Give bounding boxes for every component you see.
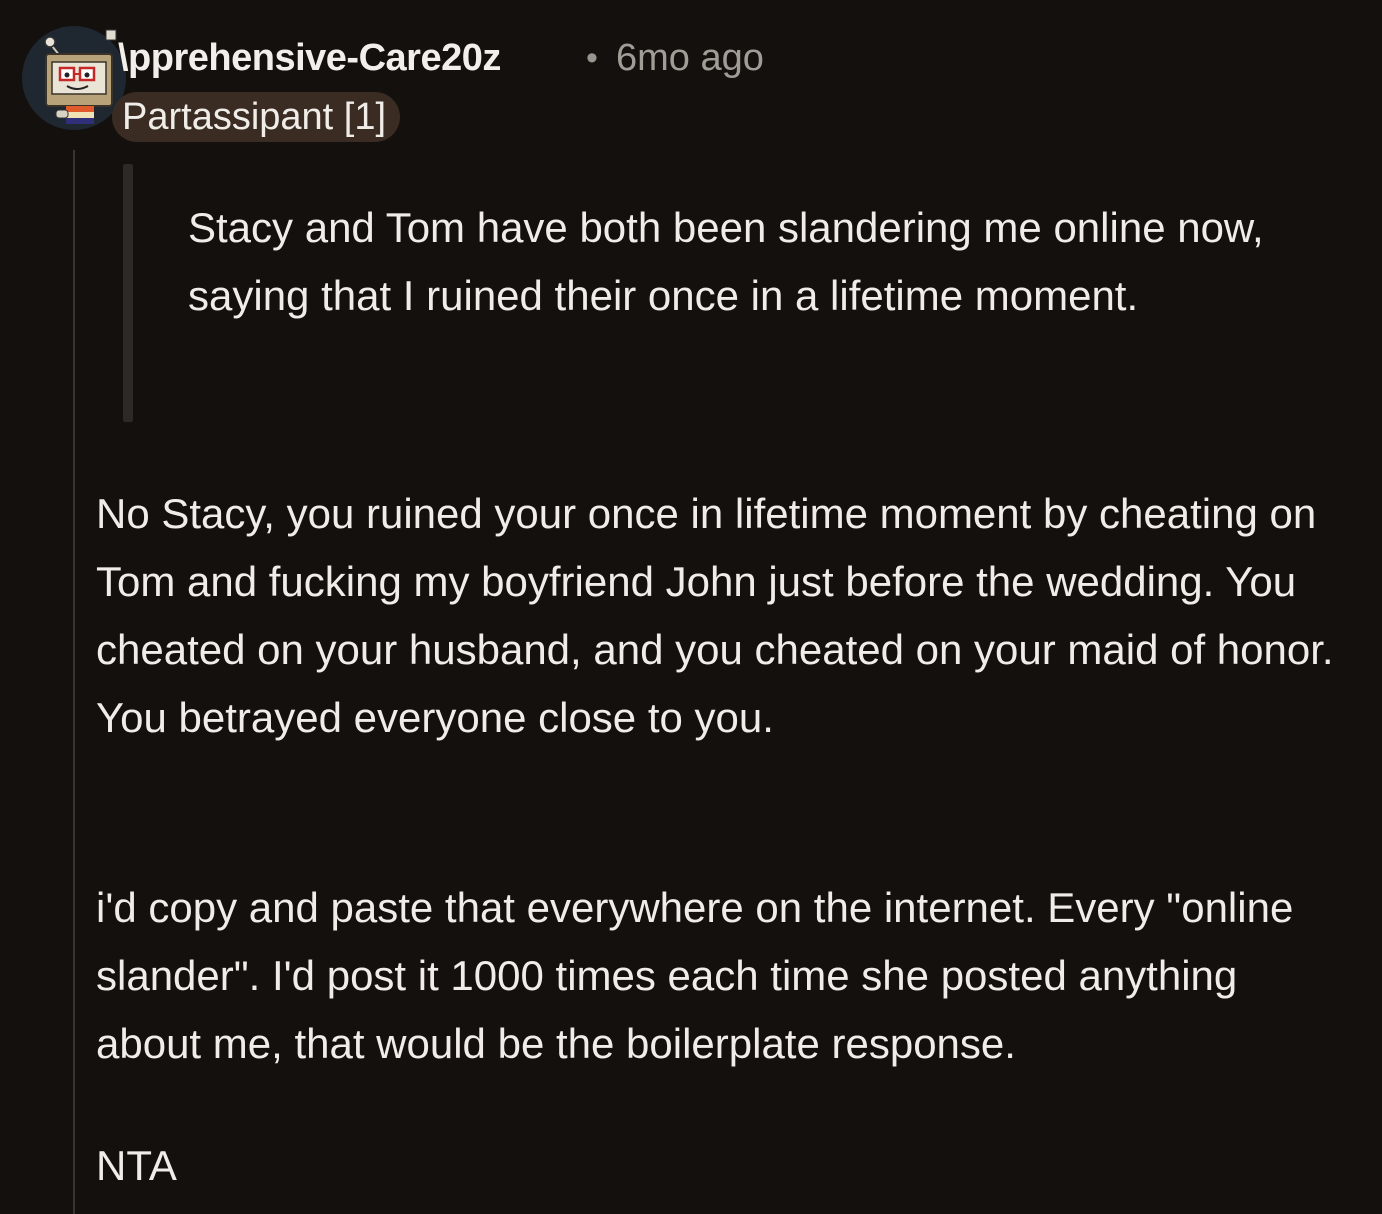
blockquote-text: Stacy and Tom have both been slandering … [188,204,1264,319]
username-link[interactable]: \pprehensive-Care20z [118,35,501,81]
comment-paragraph-1: No Stacy, you ruined your once in lifeti… [96,490,1334,741]
comment-paragraph-2: i'd copy and paste that everywhere on th… [96,884,1294,1067]
user-flair: Partassipant [1] [112,92,401,142]
meta-separator: • [586,39,598,77]
blockquote-bar [123,164,133,422]
comment: \pprehensive-Care20z • 6mo ago Partassip… [0,0,1382,1214]
avatar[interactable] [22,26,126,130]
timestamp[interactable]: 6mo ago [616,35,764,81]
robot-avatar-icon [22,26,126,130]
comment-paragraph-3: NTA [96,1142,177,1189]
thread-line[interactable] [73,150,75,1214]
